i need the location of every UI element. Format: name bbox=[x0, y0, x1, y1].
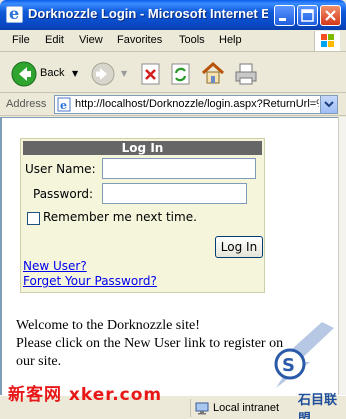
title-bar: e Dorknozzle Login - Microsoft Internet … bbox=[0, 0, 346, 30]
minimize-icon bbox=[279, 18, 286, 21]
menu-bar: File Edit View Favorites Tools Help bbox=[0, 30, 346, 52]
address-dropdown-button[interactable] bbox=[320, 96, 337, 113]
menu-view[interactable]: View bbox=[79, 34, 103, 46]
new-user-link[interactable]: New User? bbox=[23, 259, 87, 273]
svg-text:e: e bbox=[60, 99, 67, 112]
toolbar: Back ▼ ▼ bbox=[0, 53, 346, 93]
menu-favorites[interactable]: Favorites bbox=[117, 34, 162, 46]
log-in-button[interactable]: Log In bbox=[215, 236, 263, 258]
address-input[interactable]: e http://localhost/Dorknozzle/login.aspx… bbox=[54, 95, 338, 114]
menu-file[interactable]: File bbox=[12, 34, 30, 46]
minimize-button[interactable] bbox=[274, 5, 295, 26]
address-bar: Address e http://localhost/Dorknozzle/lo… bbox=[0, 94, 346, 116]
address-label: Address bbox=[6, 98, 47, 110]
forward-dropdown-icon[interactable]: ▼ bbox=[121, 69, 127, 78]
close-button[interactable] bbox=[320, 5, 341, 26]
intranet-zone-icon bbox=[195, 402, 209, 415]
username-label: User Name: bbox=[25, 162, 96, 176]
svg-text:S: S bbox=[282, 355, 295, 376]
forward-arrow-icon[interactable] bbox=[90, 61, 116, 87]
menu-edit[interactable]: Edit bbox=[45, 34, 64, 46]
back-dropdown-icon[interactable]: ▼ bbox=[72, 69, 78, 78]
username-field[interactable] bbox=[102, 158, 256, 179]
login-form: Log In User Name: Password: Remember me … bbox=[20, 138, 265, 293]
remember-me-label[interactable]: Remember me next time. bbox=[43, 210, 197, 224]
refresh-icon[interactable] bbox=[170, 62, 192, 86]
back-arrow-icon[interactable] bbox=[10, 60, 38, 88]
windows-logo-icon bbox=[314, 31, 340, 51]
chevron-down-icon bbox=[324, 101, 334, 108]
stop-icon[interactable] bbox=[140, 62, 162, 86]
watermark-stamp-text: 石目联盟 bbox=[298, 393, 338, 419]
close-icon bbox=[325, 10, 336, 21]
menu-help[interactable]: Help bbox=[219, 34, 242, 46]
maximize-button[interactable] bbox=[297, 5, 318, 26]
home-icon[interactable] bbox=[200, 60, 226, 86]
page-icon: e bbox=[57, 97, 71, 112]
address-url[interactable]: http://localhost/Dorknozzle/login.aspx?R… bbox=[75, 98, 319, 110]
print-icon[interactable] bbox=[233, 61, 259, 87]
password-field[interactable] bbox=[102, 183, 247, 204]
window-title: Dorknozzle Login - Microsoft Internet Ex… bbox=[28, 6, 268, 21]
forgot-password-link[interactable]: Forget Your Password? bbox=[23, 274, 157, 288]
remember-me-checkbox[interactable] bbox=[27, 212, 40, 225]
watermark-text: 新客网 xker.com bbox=[8, 385, 163, 405]
password-label: Password: bbox=[33, 187, 94, 201]
back-label[interactable]: Back bbox=[40, 67, 64, 79]
ie-app-icon[interactable]: e bbox=[6, 4, 23, 23]
login-header: Log In bbox=[23, 141, 262, 155]
maximize-icon bbox=[301, 9, 314, 22]
menu-tools[interactable]: Tools bbox=[179, 34, 205, 46]
